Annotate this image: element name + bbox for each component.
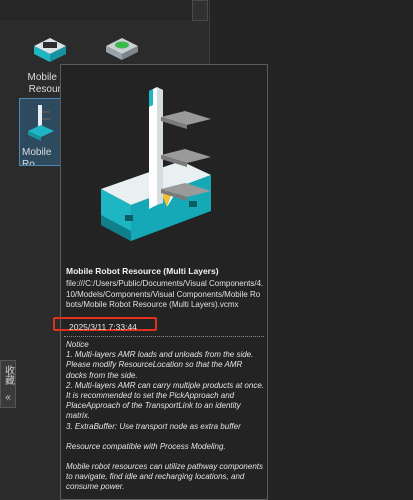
notes-line: Notice: [66, 340, 89, 349]
favorites-label: 收藏: [2, 365, 14, 385]
library-item-label: Mobile Ro Resource: [22, 147, 52, 166]
notes-line: 3. ExtraBuffer: Use transport node as ex…: [66, 421, 241, 431]
toolbar-button[interactable]: [192, 0, 208, 21]
modified-date: 2025/3/11 7:33:44: [69, 322, 137, 332]
notes-line: 2. Multi-layers AMR can carry multiple p…: [66, 380, 264, 421]
notes-line: 1. Multi-layers AMR loads and unloads fr…: [66, 350, 254, 380]
component-tooltip: Mobile Robot Resource (Multi Layers) fil…: [53, 64, 268, 500]
robot-thumbnail-icon: [106, 38, 138, 60]
notes-line: Resource compatible with Process Modelin…: [66, 441, 226, 451]
chevron-double-left-icon[interactable]: «: [5, 392, 11, 403]
notes-line: Mobile robot resources can utilize pathw…: [66, 462, 263, 492]
library-item-mobile-robot-resource-selected[interactable]: Mobile Ro Resource: [19, 98, 63, 166]
robot-thumbnail-icon: [28, 105, 54, 141]
file-path: file:///C:/Users/Public/Documents/Visual…: [66, 279, 264, 309]
component-notes: Notice 1. Multi-layers AMR loads and unl…: [66, 340, 264, 493]
separator: [64, 336, 264, 337]
robot-preview-image: [101, 87, 211, 241]
favorites-side-tab[interactable]: 收藏 «: [0, 360, 16, 408]
robot-thumbnail-icon: [34, 38, 66, 62]
tooltip-title: Mobile Robot Resource (Multi Layers): [66, 266, 219, 276]
